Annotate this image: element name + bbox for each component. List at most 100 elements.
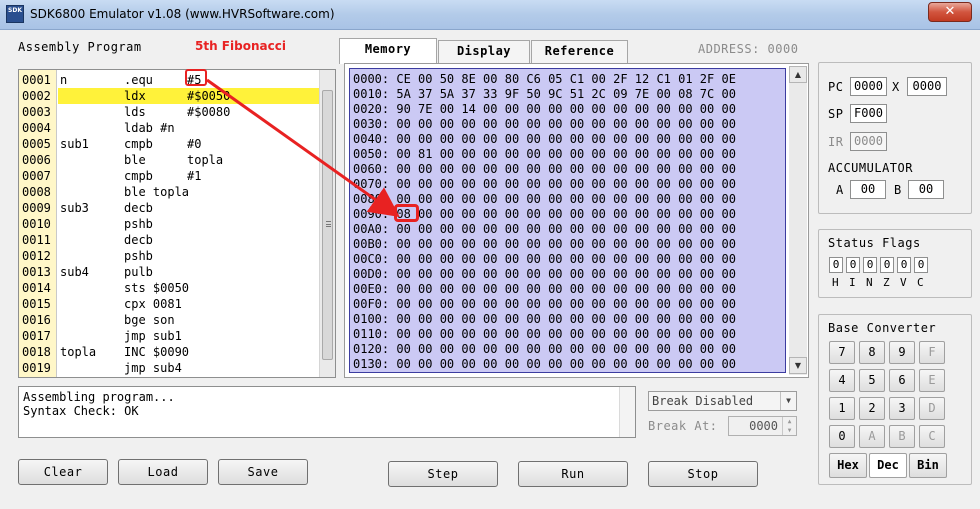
memory-bytes: 00 00 00 00 00 00 00 00 00 00 00 00 00 0… bbox=[396, 357, 736, 371]
accumulator-label: ACCUMULATOR bbox=[828, 161, 913, 175]
mode-dec-button[interactable]: Dec bbox=[869, 453, 907, 478]
code-line[interactable]: 0014 sts $0050 bbox=[19, 280, 321, 296]
code-line[interactable]: 0012 pshb bbox=[19, 248, 321, 264]
chevron-down-icon[interactable]: ▼ bbox=[780, 392, 796, 410]
key-0-button[interactable]: 0 bbox=[829, 425, 855, 448]
x-label: X bbox=[892, 80, 900, 94]
break-mode-value: Break Disabled bbox=[652, 394, 754, 408]
app-icon: SDK bbox=[6, 5, 24, 23]
base-converter-heading: Base Converter bbox=[828, 321, 937, 335]
memory-scrollbar[interactable]: ▲ ▼ bbox=[789, 66, 807, 375]
memory-address: 0050: bbox=[353, 147, 390, 161]
memory-address: 0120: bbox=[353, 342, 390, 356]
line-number: 0017 bbox=[22, 329, 51, 343]
key-e-button[interactable]: E bbox=[919, 369, 945, 392]
code-label: n bbox=[60, 73, 68, 87]
editor-scrollbar[interactable] bbox=[319, 70, 335, 377]
step-button[interactable]: Step bbox=[388, 461, 498, 487]
code-line[interactable]: 0002 ldx #$0050 bbox=[19, 88, 321, 104]
b-register[interactable]: 00 bbox=[908, 180, 944, 199]
memory-address: 00A0: bbox=[353, 222, 390, 236]
memory-bytes: 00 00 00 00 00 00 00 00 00 00 00 00 00 0… bbox=[396, 342, 736, 356]
sp-register[interactable]: F000 bbox=[850, 104, 887, 123]
save-button[interactable]: Save bbox=[218, 459, 308, 485]
code-line[interactable]: 0011 decb bbox=[19, 232, 321, 248]
code-line[interactable]: 0018 topla INC $0090 bbox=[19, 344, 321, 360]
memory-bytes: 00 00 00 00 00 00 00 00 00 00 00 00 00 0… bbox=[396, 117, 736, 131]
code-operand: #1 bbox=[187, 169, 202, 183]
x-register[interactable]: 0000 bbox=[907, 77, 947, 96]
flag-n-label: N bbox=[866, 276, 873, 289]
tab-memory[interactable]: Memory bbox=[339, 38, 437, 64]
key-a-button[interactable]: A bbox=[859, 425, 885, 448]
flag-h-value[interactable]: 0 bbox=[829, 257, 843, 273]
memory-address: 0040: bbox=[353, 132, 390, 146]
key-b-button[interactable]: B bbox=[889, 425, 915, 448]
code-line[interactable]: 0013 sub4 pulb bbox=[19, 264, 321, 280]
key-4-button[interactable]: 4 bbox=[829, 369, 855, 392]
line-number: 0013 bbox=[22, 265, 51, 279]
key-6-button[interactable]: 6 bbox=[889, 369, 915, 392]
code-line[interactable]: 0001 n .equ #5 bbox=[19, 72, 321, 88]
flag-z-value[interactable]: 0 bbox=[880, 257, 894, 273]
code-line[interactable]: 0015 cpx 0081 bbox=[19, 296, 321, 312]
code-line[interactable]: 0004 ldab #n bbox=[19, 120, 321, 136]
code-operand: #$0080 bbox=[187, 105, 231, 119]
memory-address: 0070: bbox=[353, 177, 390, 191]
key-d-button[interactable]: D bbox=[919, 397, 945, 420]
output-scrollbar[interactable] bbox=[619, 387, 635, 437]
tab-reference[interactable]: Reference bbox=[531, 40, 628, 63]
code-line[interactable]: 0017 jmp sub1 bbox=[19, 328, 321, 344]
code-editor[interactable]: 0001 n .equ #5 0002 ldx #$0050 0003 lds #$0080 000… bbox=[18, 69, 336, 378]
close-button[interactable]: ✕ bbox=[928, 2, 972, 22]
code-opcode: pshb bbox=[124, 217, 153, 231]
memory-row: 0050: 00 81 00 00 00 00 00 00 00 00 00 0… bbox=[353, 147, 736, 162]
flag-v-value[interactable]: 0 bbox=[897, 257, 911, 273]
mode-hex-button[interactable]: Hex bbox=[829, 453, 867, 478]
break-mode-select[interactable]: Break Disabled ▼ bbox=[648, 391, 797, 411]
key-f-button[interactable]: F bbox=[919, 341, 945, 364]
memory-row: 0010: 5A 37 5A 37 33 9F 50 9C 51 2C 09 7… bbox=[353, 87, 736, 102]
code-line[interactable]: 0009 sub3 decb bbox=[19, 200, 321, 216]
run-button[interactable]: Run bbox=[518, 461, 628, 487]
sp-label: SP bbox=[828, 107, 844, 121]
memory-row: 0040: 00 00 00 00 00 00 00 00 00 00 00 0… bbox=[353, 132, 736, 147]
key-9-button[interactable]: 9 bbox=[889, 341, 915, 364]
code-line[interactable]: 0007 cmpb #1 bbox=[19, 168, 321, 184]
tab-display[interactable]: Display bbox=[438, 40, 530, 63]
key-c-button[interactable]: C bbox=[919, 425, 945, 448]
code-line[interactable]: 0016 bge son bbox=[19, 312, 321, 328]
line-number: 0006 bbox=[22, 153, 51, 167]
scroll-down-icon[interactable]: ▼ bbox=[789, 357, 807, 374]
code-line[interactable]: 0006 ble topla bbox=[19, 152, 321, 168]
clear-button[interactable]: Clear bbox=[18, 459, 108, 485]
load-button[interactable]: Load bbox=[118, 459, 208, 485]
editor-scroll-thumb[interactable] bbox=[322, 90, 333, 360]
key-3-button[interactable]: 3 bbox=[889, 397, 915, 420]
code-line[interactable]: 0008 ble topla bbox=[19, 184, 321, 200]
code-opcode: cmpb bbox=[124, 137, 153, 151]
b-label: B bbox=[894, 183, 902, 197]
code-opcode: jmp sub4 bbox=[124, 361, 182, 375]
code-opcode: decb bbox=[124, 201, 153, 215]
annotation-result-box bbox=[394, 204, 419, 222]
code-line[interactable]: 0019 jmp sub4 bbox=[19, 360, 321, 376]
code-line[interactable]: 0005 sub1 cmpb #0 bbox=[19, 136, 321, 152]
stop-button[interactable]: Stop bbox=[648, 461, 758, 487]
scroll-up-icon[interactable]: ▲ bbox=[789, 66, 807, 83]
mode-bin-button[interactable]: Bin bbox=[909, 453, 947, 478]
flag-c-value[interactable]: 0 bbox=[914, 257, 928, 273]
flag-n-value[interactable]: 0 bbox=[863, 257, 877, 273]
code-opcode: jmp sub1 bbox=[124, 329, 182, 343]
code-line[interactable]: 0003 lds #$0080 bbox=[19, 104, 321, 120]
key-1-button[interactable]: 1 bbox=[829, 397, 855, 420]
key-2-button[interactable]: 2 bbox=[859, 397, 885, 420]
pc-register[interactable]: 0000 bbox=[850, 77, 887, 96]
code-line[interactable]: 0010 pshb bbox=[19, 216, 321, 232]
key-7-button[interactable]: 7 bbox=[829, 341, 855, 364]
memory-address: 0010: bbox=[353, 87, 390, 101]
flag-i-value[interactable]: 0 bbox=[846, 257, 860, 273]
key-8-button[interactable]: 8 bbox=[859, 341, 885, 364]
a-register[interactable]: 00 bbox=[850, 180, 886, 199]
key-5-button[interactable]: 5 bbox=[859, 369, 885, 392]
